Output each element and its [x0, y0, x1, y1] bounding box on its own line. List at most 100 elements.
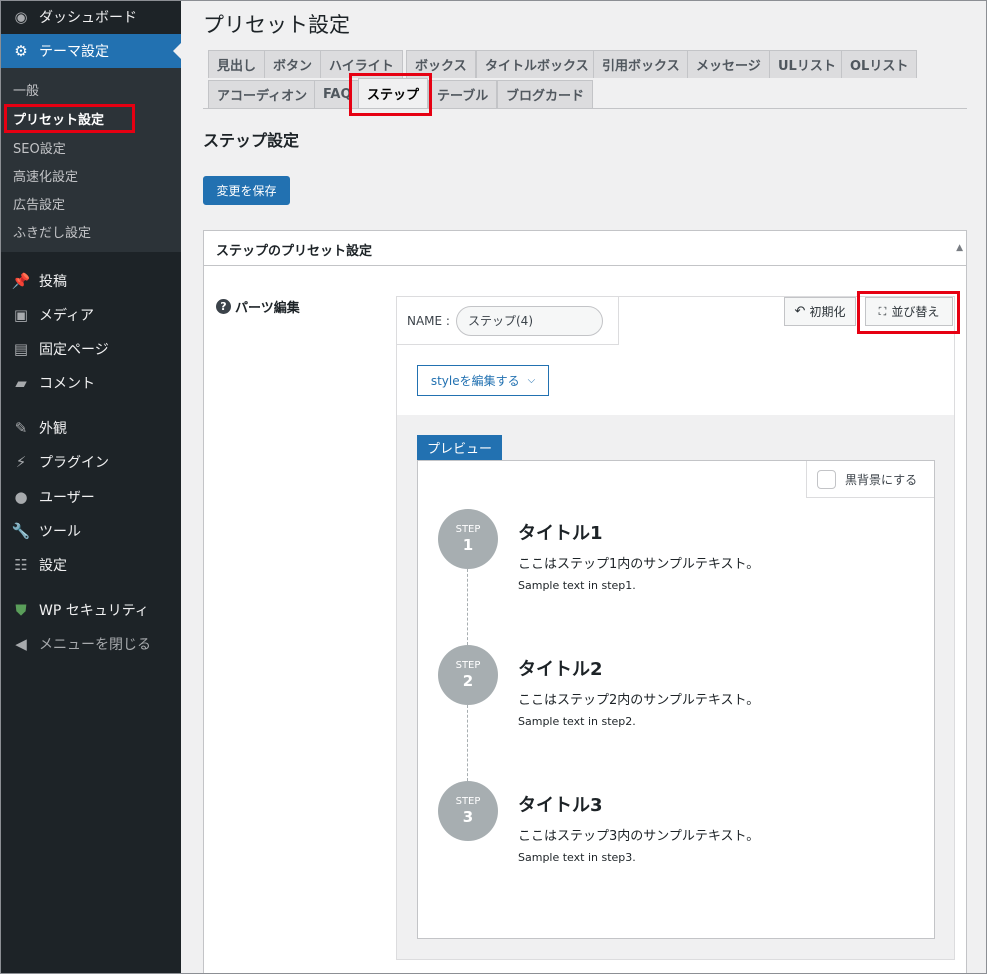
help-icon[interactable]: ?: [216, 299, 231, 314]
menu-label: 投稿: [39, 274, 67, 290]
admin-sidebar: ◉ ダッシュボード ⚙ テーマ設定 一般 プリセット設定 SEO設定 高速化設定…: [1, 0, 181, 974]
highlight-box: [349, 73, 432, 116]
name-label: NAME :: [407, 314, 450, 328]
tab-table[interactable]: テーブル: [428, 80, 498, 108]
gear-icon: ⚙: [14, 42, 28, 60]
pin-icon: 📌: [11, 272, 31, 290]
submenu-seo[interactable]: SEO設定: [13, 138, 66, 157]
menu-pages[interactable]: ▤ 固定ページ: [1, 332, 181, 366]
menu-label: コメント: [39, 376, 95, 392]
step-label: STEP: [455, 524, 481, 535]
highlight-box: [4, 104, 135, 133]
step-number: 2: [462, 672, 474, 690]
menu-label: WP セキュリティ: [39, 603, 149, 619]
chevron-down-icon: ⌵: [527, 375, 536, 386]
step-circle: STEP 1: [438, 509, 498, 569]
tab-quote-box[interactable]: 引用ボックス: [593, 50, 689, 78]
edit-style-label: styleを編集する: [430, 374, 520, 388]
page-title: プリセット設定: [203, 13, 350, 37]
dark-background-toggle[interactable]: 黒背景にする: [806, 461, 934, 498]
submenu-ads[interactable]: 広告設定: [13, 194, 65, 213]
step-title: タイトル1: [518, 523, 603, 544]
name-input[interactable]: ステップ(4): [456, 306, 603, 336]
tab-blog-card[interactable]: ブログカード: [497, 80, 594, 108]
parts-edit-text: パーツ編集: [235, 301, 300, 316]
step-number: 3: [462, 808, 474, 826]
menu-label: メディア: [39, 308, 95, 324]
menu-media[interactable]: ▣ メディア: [1, 298, 181, 332]
tab-ul-list[interactable]: ULリスト: [769, 50, 845, 78]
step-circle: STEP 3: [438, 781, 498, 841]
menu-wp-security[interactable]: ⛊ WP セキュリティ: [1, 593, 181, 627]
menu-label: プラグイン: [39, 455, 109, 471]
dashboard-icon: ◉: [14, 8, 28, 26]
tab-title-box[interactable]: タイトルボックス: [476, 50, 598, 78]
menu-theme-settings[interactable]: ⚙ テーマ設定: [1, 34, 181, 68]
wrench-icon: 🔧: [11, 522, 31, 540]
brush-icon: ✎: [14, 419, 28, 437]
preview-area: プレビュー 黒背景にする STEP 1 タイトル1 ここはステップ1内のサンプル…: [397, 415, 954, 959]
save-button[interactable]: 変更を保存: [203, 176, 290, 205]
menu-appearance[interactable]: ✎ 外観: [1, 411, 181, 445]
tab-accordion[interactable]: アコーディオン: [208, 80, 317, 108]
step-text: ここはステップ3内のサンプルテキスト。: [518, 829, 760, 844]
main-content: プリセット設定 見出し ボタン ハイライト ボックス タイトルボックス 引用ボッ…: [181, 0, 986, 974]
submenu-speed[interactable]: 高速化設定: [13, 166, 78, 185]
menu-label: ユーザー: [39, 490, 95, 506]
dark-background-checkbox[interactable]: [817, 469, 836, 489]
preview-box: 黒背景にする STEP 1 タイトル1 ここはステップ1内のサンプルテキスト。 …: [417, 460, 935, 939]
preview-tab: プレビュー: [417, 435, 502, 460]
preset-panel: ステップのプリセット設定 ▲ ? パーツ編集 NAME : ステップ(4) ↶ …: [203, 230, 967, 974]
step-item: STEP 1 タイトル1 ここはステップ1内のサンプルテキスト。 Sample …: [438, 509, 918, 599]
menu-users[interactable]: ● ユーザー: [1, 480, 181, 514]
page-icon: ▤: [13, 340, 29, 358]
settings-icon: ☷: [14, 556, 28, 574]
panel-title: ステップのプリセット設定: [216, 244, 373, 259]
tab-message[interactable]: メッセージ: [687, 50, 770, 78]
menu-label: ダッシュボード: [39, 10, 137, 26]
reset-button[interactable]: ↶ 初期化: [784, 297, 856, 326]
media-icon: ▣: [13, 306, 29, 324]
step-label: STEP: [455, 660, 481, 671]
menu-plugins[interactable]: ⚡ プラグイン: [1, 445, 181, 479]
menu-label: 外観: [39, 421, 67, 437]
shield-icon: ⛊: [15, 601, 27, 619]
collapse-icon: ◀: [15, 635, 27, 653]
step-text-en: Sample text in step3.: [518, 851, 636, 864]
edit-style-button[interactable]: styleを編集する ⌵: [417, 365, 549, 396]
parts-editor: NAME : ステップ(4) ↶ 初期化 ⛶ 並び替え styleを編集する ⌵…: [396, 296, 955, 960]
step-item: STEP 3 タイトル3 ここはステップ3内のサンプルテキスト。 Sample …: [438, 781, 918, 871]
tab-heading[interactable]: 見出し: [208, 50, 266, 78]
plugin-icon: ⚡: [15, 453, 27, 471]
menu-posts[interactable]: 📌 投稿: [1, 264, 181, 298]
menu-comments[interactable]: ▰ コメント: [1, 366, 181, 400]
menu-tools[interactable]: 🔧 ツール: [1, 514, 181, 548]
step-number: 1: [462, 536, 474, 554]
step-item: STEP 2 タイトル2 ここはステップ2内のサンプルテキスト。 Sample …: [438, 645, 918, 735]
step-label: STEP: [455, 796, 481, 807]
step-text-en: Sample text in step1.: [518, 579, 636, 592]
undo-icon: ↶: [794, 304, 806, 319]
submenu-balloon[interactable]: ふきだし設定: [13, 222, 91, 241]
step-text: ここはステップ1内のサンプルテキスト。: [518, 557, 760, 572]
menu-collapse[interactable]: ◀ メニューを閉じる: [1, 627, 181, 661]
step-title: タイトル3: [518, 795, 603, 816]
submenu-general[interactable]: 一般: [13, 80, 39, 99]
tab-divider: [203, 108, 967, 109]
menu-settings[interactable]: ☷ 設定: [1, 548, 181, 582]
section-title: ステップ設定: [203, 131, 300, 150]
dark-background-label: 黒背景にする: [845, 472, 918, 487]
reset-label: 初期化: [809, 305, 846, 319]
step-circle: STEP 2: [438, 645, 498, 705]
collapse-arrow-icon[interactable]: ▲: [956, 243, 963, 253]
user-icon: ●: [14, 488, 28, 506]
step-text: ここはステップ2内のサンプルテキスト。: [518, 693, 760, 708]
menu-dashboard[interactable]: ◉ ダッシュボード: [1, 0, 181, 34]
comment-icon: ▰: [15, 374, 27, 392]
tab-ol-list[interactable]: OLリスト: [841, 50, 918, 78]
tab-button[interactable]: ボタン: [264, 50, 322, 78]
name-field-box: NAME : ステップ(4): [397, 297, 619, 345]
parts-edit-label: ? パーツ編集: [216, 297, 300, 316]
menu-label: 設定: [39, 558, 67, 574]
panel-header[interactable]: ステップのプリセット設定 ▲: [204, 231, 966, 266]
